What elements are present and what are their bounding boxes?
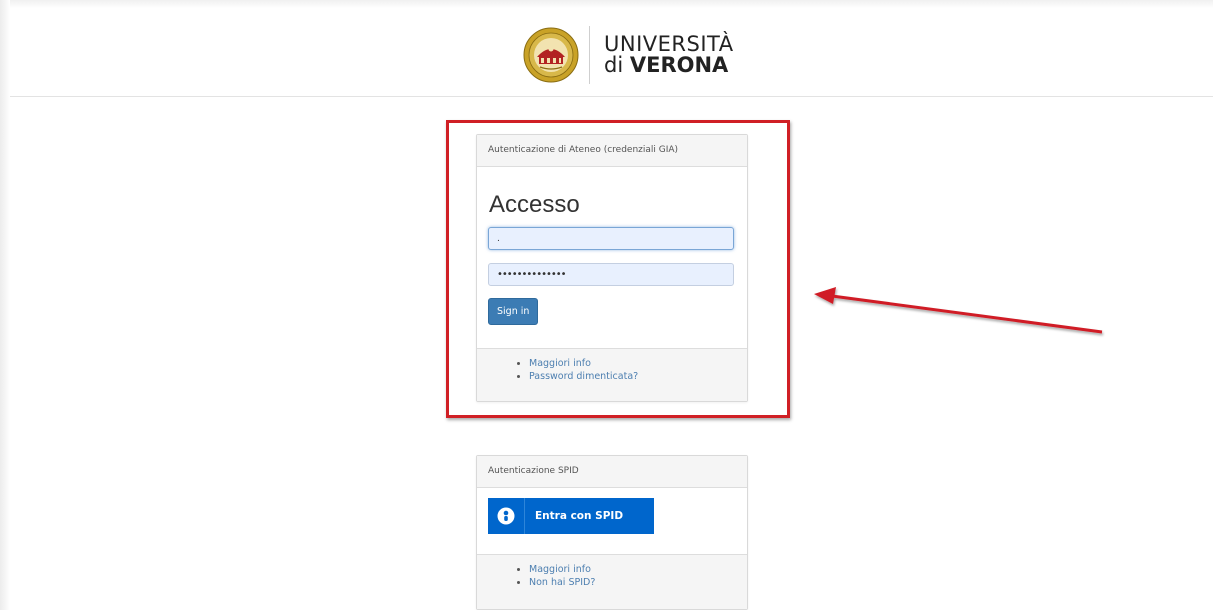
logo-verona: VERONA [629, 53, 729, 77]
university-seal-icon [523, 27, 579, 83]
page: UNIVERSITÀ di VERONA Autenticazione di A… [0, 0, 1213, 610]
logo-di-verona: di VERONA [604, 55, 734, 76]
spid-panel-body: Entra con SPID [477, 488, 747, 545]
spid-links-list: Maggiori info Non hai SPID? [477, 555, 747, 589]
annotation-highlight-box [446, 120, 790, 418]
spid-person-icon [497, 507, 515, 525]
screenshot-edge-top [0, 0, 1213, 8]
logo-divider [589, 26, 590, 84]
annotation-arrow [814, 287, 1103, 334]
logo-universita: UNIVERSITÀ [604, 32, 734, 56]
spid-panel: Autenticazione SPID Entra con SPID Maggi… [476, 455, 748, 610]
spid-icon-box [488, 498, 524, 534]
spid-login-button[interactable]: Entra con SPID [488, 498, 654, 534]
list-item: Non hai SPID? [529, 576, 747, 589]
spid-button-divider [524, 498, 525, 534]
logo-text: UNIVERSITÀ di VERONA [604, 34, 734, 76]
spid-button-label: Entra con SPID [535, 510, 624, 522]
spid-panel-heading: Autenticazione SPID [477, 456, 747, 488]
spid-panel-footer: Maggiori info Non hai SPID? [477, 554, 747, 609]
spid-more-info-link[interactable]: Maggiori info [529, 564, 591, 575]
list-item: Maggiori info [529, 563, 747, 576]
no-spid-link[interactable]: Non hai SPID? [529, 577, 595, 588]
screenshot-edge-left [0, 0, 10, 610]
site-header: UNIVERSITÀ di VERONA [10, 8, 1213, 97]
logo-di: di [604, 53, 624, 77]
university-logo[interactable]: UNIVERSITÀ di VERONA [523, 26, 734, 84]
